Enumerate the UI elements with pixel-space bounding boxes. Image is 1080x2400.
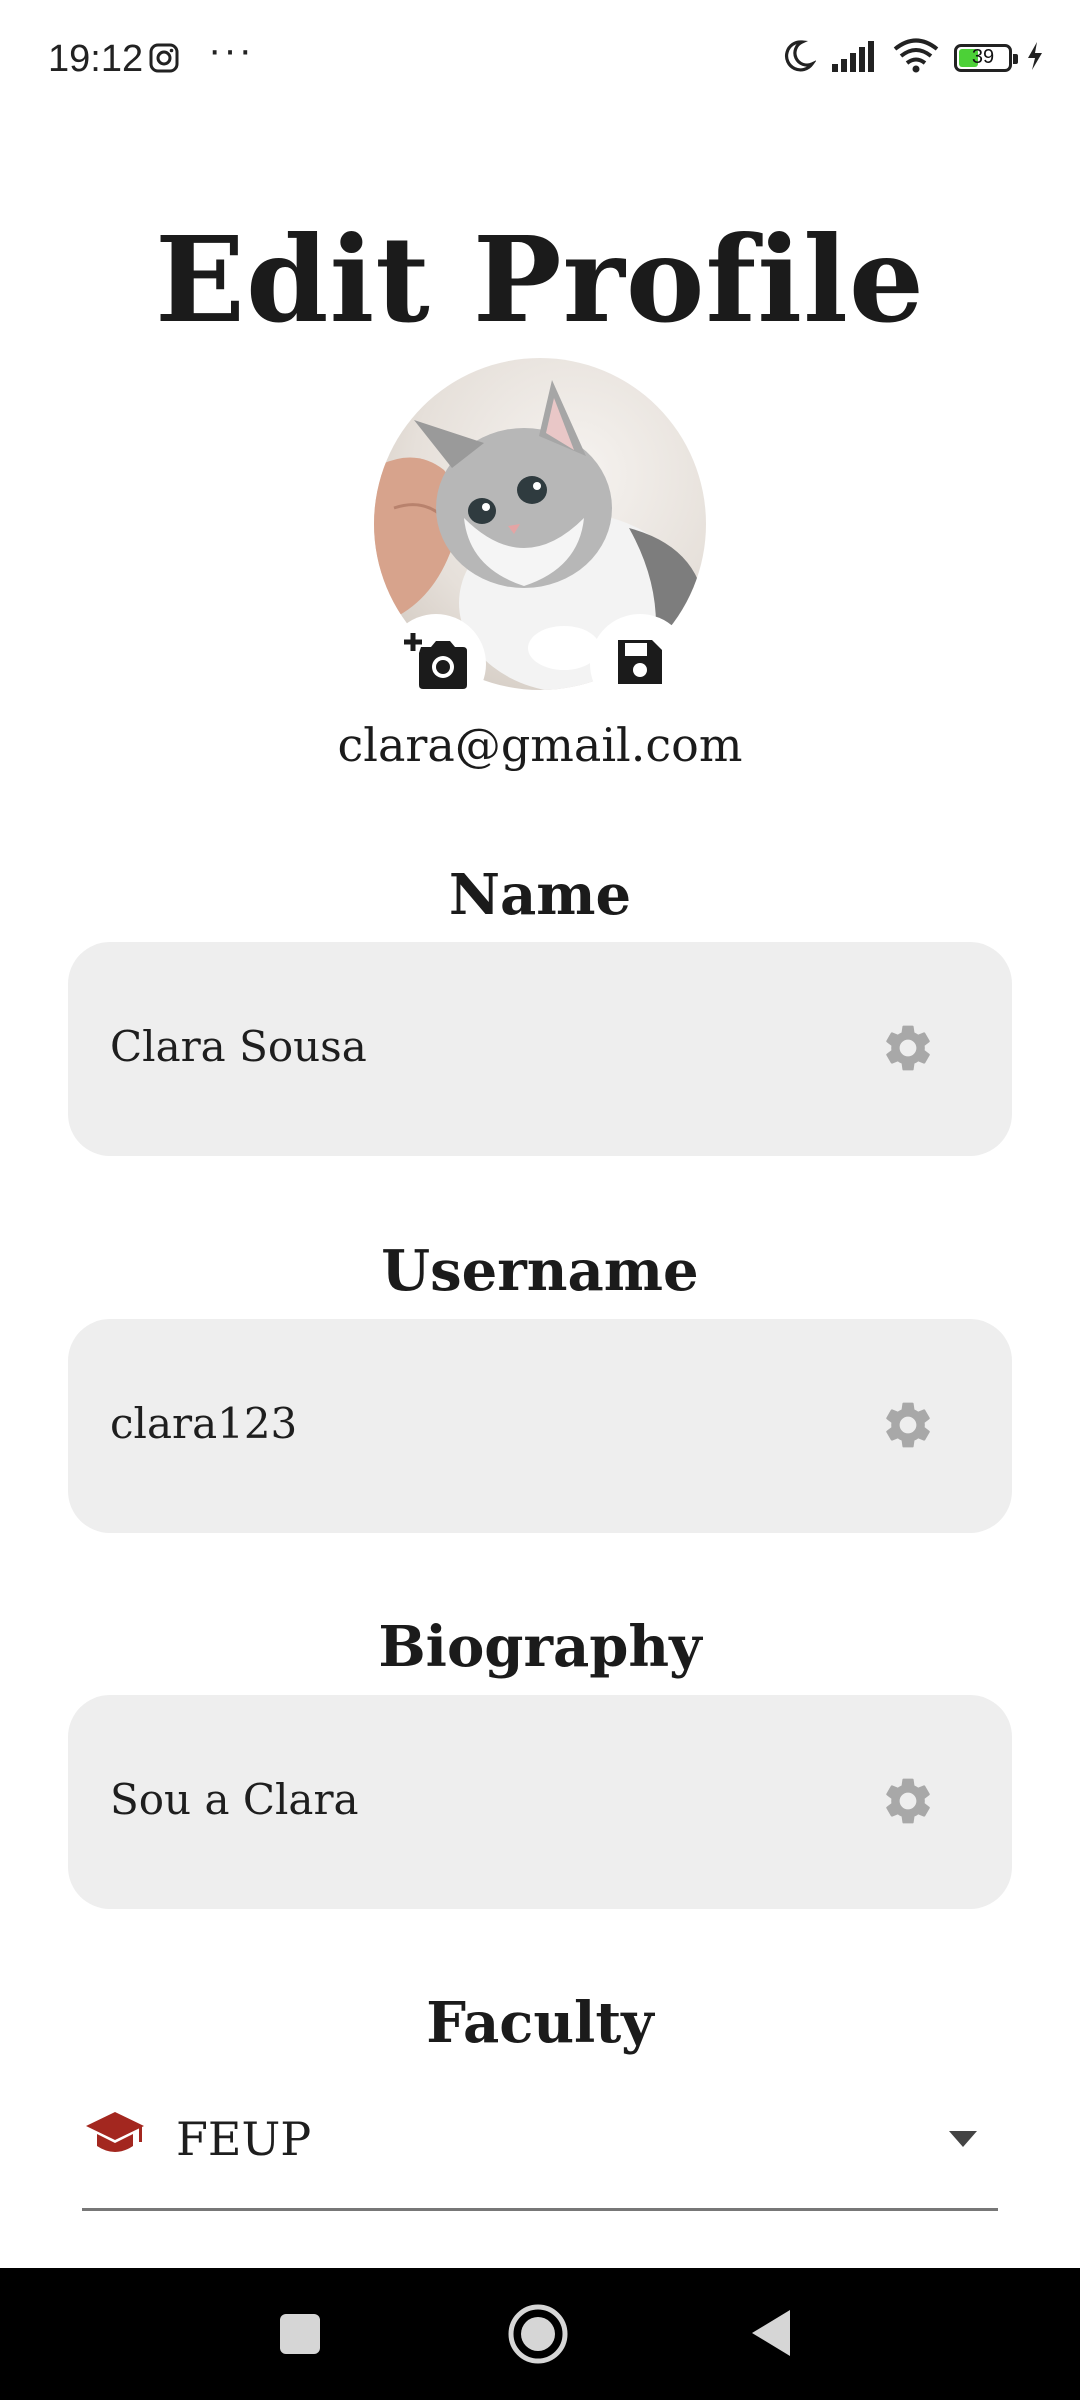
battery-level: 39 <box>971 46 995 68</box>
page-title: Edit Profile <box>155 210 925 349</box>
change-photo-button[interactable] <box>386 614 486 714</box>
name-value: Clara Sousa <box>110 1022 367 1071</box>
wifi-icon <box>892 38 940 78</box>
gear-icon[interactable] <box>880 1020 936 1080</box>
charging-icon <box>1026 41 1044 75</box>
username-field[interactable]: clara123 <box>68 1319 1012 1533</box>
faculty-selected: FEUP <box>176 2112 312 2166</box>
biography-value: Sou a Clara <box>110 1775 359 1824</box>
user-email: clara@gmail.com <box>337 718 743 772</box>
save-icon <box>614 636 666 692</box>
instagram-icon <box>148 42 180 78</box>
gear-icon[interactable] <box>880 1773 936 1833</box>
home-icon[interactable] <box>506 2302 570 2370</box>
recents-icon[interactable] <box>278 2312 322 2360</box>
name-label: Name <box>448 862 632 928</box>
biography-label: Biography <box>378 1614 702 1680</box>
graduation-cap-icon <box>84 2110 146 2166</box>
status-bar: 19:12 ··· 39 <box>0 0 1080 120</box>
back-icon[interactable] <box>750 2308 792 2362</box>
save-photo-button[interactable] <box>590 614 690 714</box>
status-time: 19:12 <box>48 38 144 80</box>
faculty-label: Faculty <box>426 1990 654 2056</box>
navigation-bar <box>0 2268 1080 2400</box>
moon-icon <box>780 38 817 78</box>
name-field[interactable]: Clara Sousa <box>68 942 1012 1156</box>
username-value: clara123 <box>110 1399 298 1448</box>
more-notifications-icon: ··· <box>208 28 254 72</box>
dropdown-caret-icon <box>948 2130 978 2152</box>
signal-icon <box>830 40 878 76</box>
username-label: Username <box>381 1238 699 1304</box>
gear-icon[interactable] <box>880 1397 936 1457</box>
biography-field[interactable]: Sou a Clara <box>68 1695 1012 1909</box>
add-photo-icon <box>403 631 469 697</box>
faculty-dropdown[interactable]: FEUP <box>82 2090 998 2211</box>
battery-icon: 39 <box>954 44 1018 72</box>
